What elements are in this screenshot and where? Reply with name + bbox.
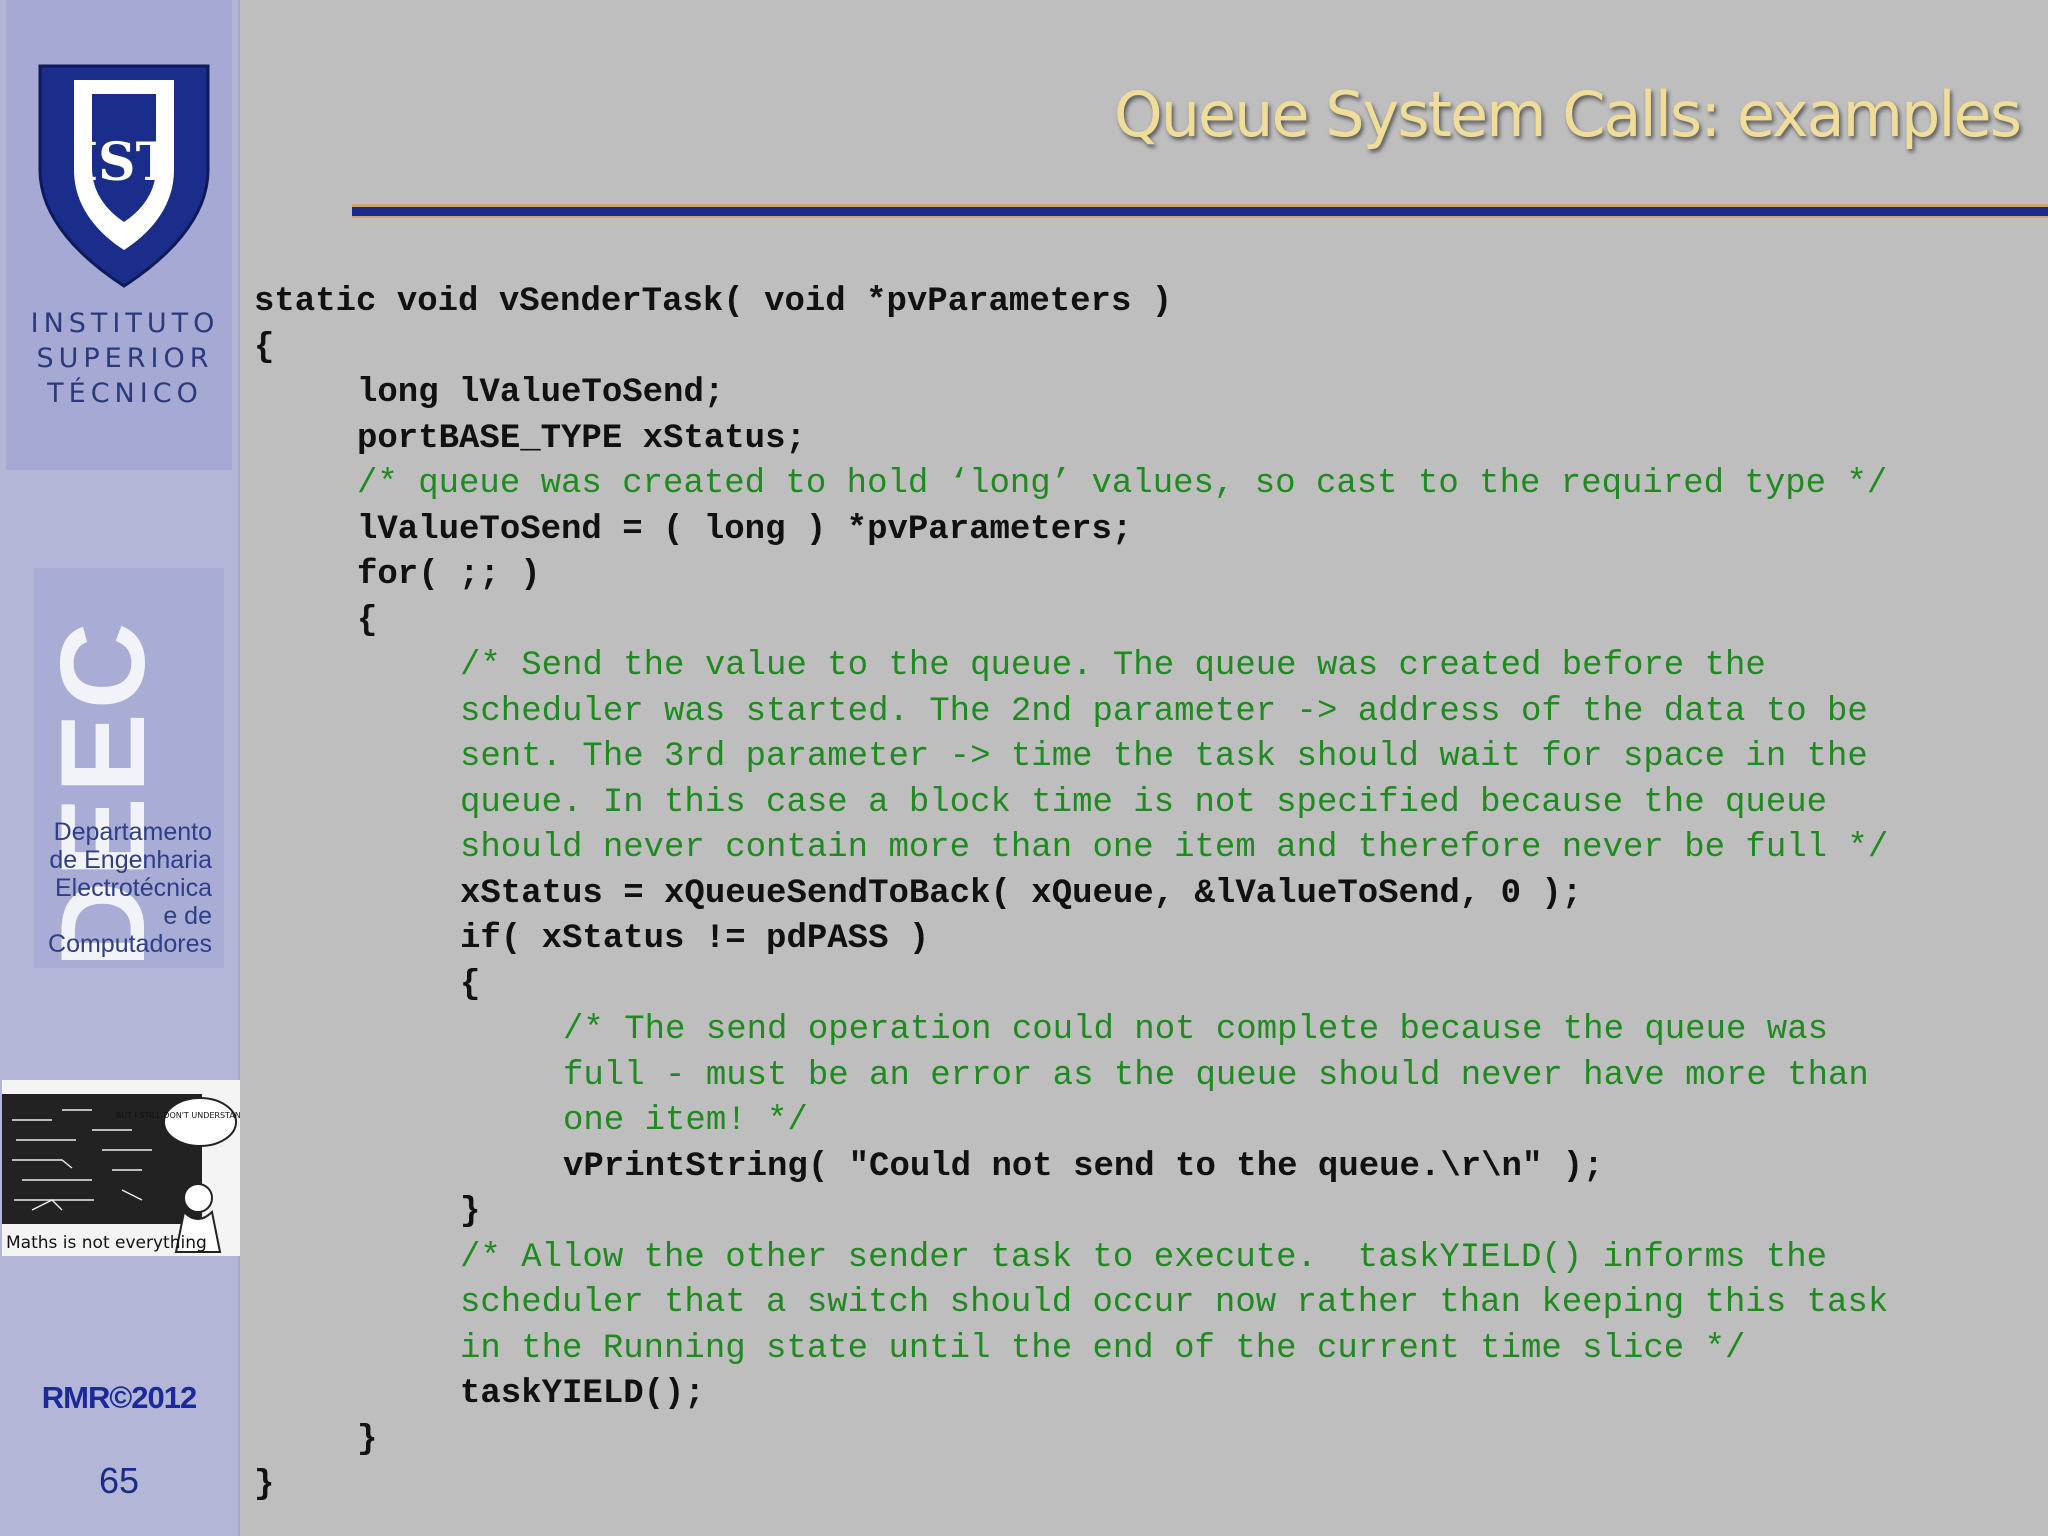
slide-title: Queue System Calls: examples — [1113, 78, 2022, 151]
page-number: 65 — [98, 1460, 140, 1501]
department-line-3: Electrotécnica — [54, 874, 212, 902]
code-line: xStatus = xQueueSendToBack( xQueue, &lVa… — [460, 874, 1583, 913]
code-comment-line: scheduler was started. The 2nd parameter… — [460, 692, 1868, 731]
code-line: portBASE_TYPE xStatus; — [357, 419, 806, 458]
copyright-label: RMR©2012 — [41, 1380, 197, 1415]
code-line: } — [254, 1466, 275, 1504]
code-line: { — [460, 965, 481, 1004]
code-line: for( ;; ) — [357, 556, 541, 594]
institution-line-3: TÉCNICO — [47, 378, 203, 409]
code-line: long lValueToSend; — [357, 374, 725, 412]
code-line: { — [357, 601, 378, 640]
department-line-4: e de — [163, 902, 212, 930]
code-comment-line: should never contain more than one item … — [460, 829, 1889, 867]
code-line: taskYIELD(); — [460, 1375, 705, 1413]
department-line-5: Computadores — [48, 930, 212, 958]
code-comment-line: queue. In this case a block time is not … — [460, 783, 1828, 822]
code-comment-line: /* Allow the other sender task to execut… — [460, 1238, 1828, 1277]
department-line-2: de Engenharia — [49, 846, 212, 874]
code-listing: static void vSenderTask( void *pvParamet… — [254, 280, 1888, 1509]
code-line: vPrintString( "Could not send to the que… — [563, 1147, 1604, 1186]
comic-speech: BUT I STILL DON'T UNDERSTAND WOMEN. — [116, 1111, 240, 1120]
code-line: { — [254, 328, 275, 367]
institution-line-2: SUPERIOR — [36, 343, 214, 374]
comic-chalkboard-graphic: BUT I STILL DON'T UNDERSTAND WOMEN. Math… — [2, 1094, 284, 1253]
institution-line-1: INSTITUTO — [30, 308, 220, 339]
code-comment-line: /* The send operation could not complete… — [563, 1011, 1829, 1049]
department-line-1: Departamento — [53, 818, 212, 846]
code-comment-line: /* Send the value to the queue. The queu… — [460, 647, 1766, 685]
code-line: } — [460, 1193, 481, 1231]
code-line: if( xStatus != pdPASS ) — [460, 920, 930, 958]
ist-shield-icon: IST — [38, 64, 210, 288]
deec-logo-block: DEEC Departamento de Engenharia Electrot… — [34, 568, 224, 968]
slide: IST INSTITUTO SUPERIOR TÉCNICO DEEC Depa… — [0, 0, 2048, 1536]
code-line: static void vSenderTask( void *pvParamet… — [254, 283, 1173, 321]
ist-monogram: IST — [74, 132, 175, 193]
code-comment-line: one item! */ — [563, 1102, 808, 1140]
code-comment-line: sent. The 3rd parameter -> time the task… — [460, 738, 1868, 776]
title-rule — [352, 204, 2048, 218]
code-comment-line: full - must be an error as the queue sho… — [563, 1056, 1869, 1095]
code-comment-line: /* queue was created to hold ‘long’ valu… — [357, 465, 1888, 503]
code-comment-line: scheduler that a switch should occur now… — [460, 1284, 1889, 1322]
code-line: } — [357, 1420, 378, 1459]
comic-caption: Maths is not everything — [6, 1233, 207, 1253]
comic-image: BUT I STILL DON'T UNDERSTAND WOMEN. Math… — [2, 1080, 284, 1256]
sidebar: IST INSTITUTO SUPERIOR TÉCNICO DEEC Depa… — [0, 0, 284, 1536]
ist-logo-block: IST INSTITUTO SUPERIOR TÉCNICO — [6, 0, 232, 470]
code-line: lValueToSend = ( long ) *pvParameters; — [357, 510, 1133, 549]
code-comment-line: in the Running state until the end of th… — [460, 1329, 1746, 1368]
